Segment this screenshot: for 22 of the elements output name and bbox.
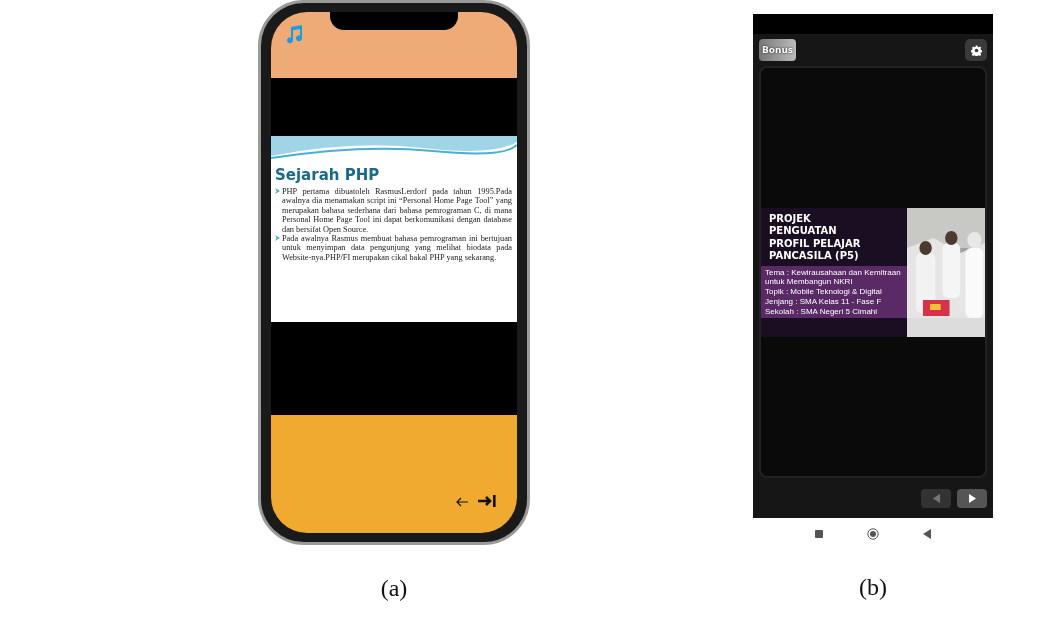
arrow-bullet-icon [275,188,280,194]
home-circle-icon[interactable] [867,528,879,540]
left-triangle-icon [930,492,942,504]
next-button[interactable] [957,488,987,508]
slide-title: Sejarah PHP [274,165,381,186]
bonus-button[interactable]: Bonus [759,39,797,61]
gear-icon [970,44,982,56]
bullet-text: Pada awalnya Rasmus membuat bahasa pemrograman ini bertujuan untuk menyimpan data pengunjung yang melihat biodata pada Website-nya.PHP/FI merupakan cikal bakal PHP yang sekarang. [282,234,512,263]
arrow-bullet-icon [275,235,280,242]
figure-caption: (a) [380,575,408,602]
skip-end-icon[interactable] [477,495,497,507]
right-triangle-icon [966,492,978,504]
slide-detail-line: Sekolah : SMA Negeri 5 Cimahi [765,306,879,316]
back-triangle-icon[interactable] [923,529,931,539]
slide-detail-line: Jenjang : SMA Kelas 11 - Fase F [765,296,883,306]
bullet-text: PHP pertama dibuatoleh RasmusLerdorf pada tahun 1995.Pada awalnya dia menamakan script ini “Personal Home Page Tool” yang merupakan bahasa sederhana dari bahasa pemrograman C, di mana Personal Home Page Tool ini dapat berkomunikasi dengan database dan bersifat Open Source. [282,187,512,235]
slide-detail-line: Tema : Kewirausahaan dan Kemitraan untuk Membangun NKRI [765,267,902,286]
slide-detail-line: Topik : Mobile Teknologi & Digital [765,286,883,296]
slide-title: PROJEK PENGUATAN PROFIL PELAJAR PANCASILA (P5) [768,211,862,263]
figure-caption: (b) [859,574,887,601]
settings-button[interactable] [965,39,987,61]
left-arrow-icon[interactable] [455,497,469,507]
